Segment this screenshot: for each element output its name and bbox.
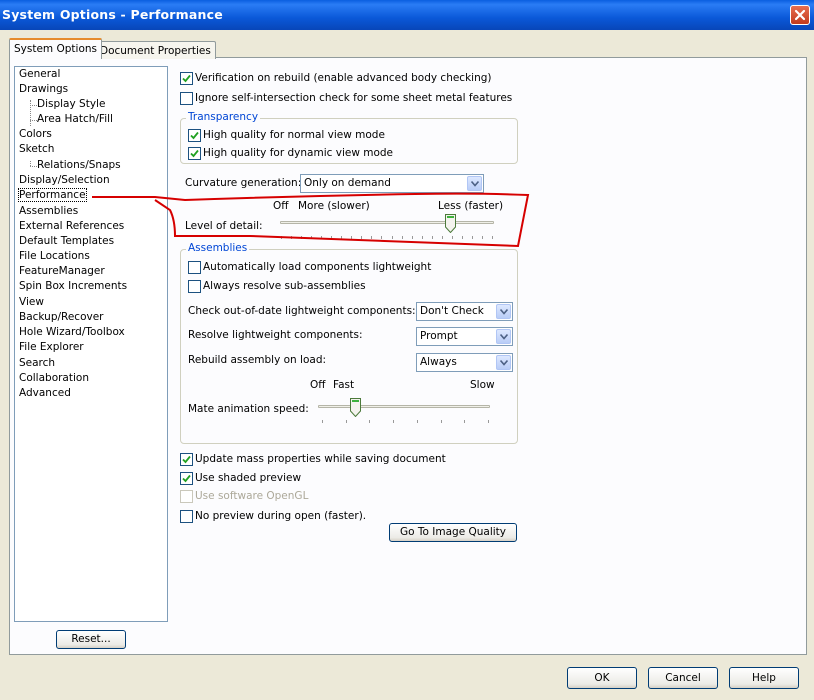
slider-tick: [464, 420, 466, 423]
auto-lightweight-label: Automatically load components lightweigh…: [203, 261, 432, 273]
no-preview-label: No preview during open (faster).: [195, 510, 367, 522]
help-label: Help: [752, 672, 776, 684]
resolve-lightweight-label: Resolve lightweight components:: [188, 329, 363, 341]
slider-tick: [369, 420, 371, 423]
dropdown-button[interactable]: [496, 304, 511, 319]
checkmark-icon: [182, 455, 191, 464]
check-out-of-date-label: Check out-of-date lightweight components…: [188, 305, 416, 317]
mate-fast-label: Fast: [333, 379, 355, 391]
dropdown-button[interactable]: [496, 329, 511, 344]
mate-slider-track[interactable]: [318, 405, 490, 408]
go-to-image-quality-button[interactable]: Go To Image Quality: [389, 523, 517, 542]
check-out-of-date-select[interactable]: Don't Check: [416, 302, 513, 321]
mate-animation-label: Mate animation speed:: [188, 403, 309, 415]
rebuild-on-load-label: Rebuild assembly on load:: [188, 354, 327, 366]
rebuild-on-load-value: Always: [420, 356, 457, 368]
update-mass-checkbox[interactable]: [180, 453, 193, 466]
slider-tick: [345, 420, 347, 423]
check-out-of-date-value: Don't Check: [420, 305, 484, 317]
slider-tick: [416, 420, 418, 423]
go-to-image-quality-label: Go To Image Quality: [399, 526, 507, 538]
no-preview-checkbox[interactable]: [180, 510, 193, 523]
resolve-lightweight-value: Prompt: [420, 330, 458, 342]
update-mass-label: Update mass properties while saving docu…: [195, 453, 446, 465]
mate-slow-label: Slow: [470, 379, 495, 391]
chevron-down-icon: [500, 334, 508, 340]
mate-slider-thumb[interactable]: [350, 398, 362, 420]
slider-tick: [322, 420, 323, 423]
resolve-lightweight-select[interactable]: Prompt: [416, 327, 513, 346]
slider-tick: [393, 420, 395, 423]
ok-button[interactable]: OK: [567, 667, 637, 689]
cancel-button[interactable]: Cancel: [648, 667, 718, 689]
shaded-preview-checkbox[interactable]: [180, 472, 193, 485]
help-button[interactable]: Help: [729, 667, 799, 689]
auto-lightweight-checkbox[interactable]: [188, 261, 201, 274]
tab-system-options[interactable]: System Options: [9, 38, 103, 59]
chevron-down-icon: [500, 360, 508, 366]
tab-label: System Options: [14, 43, 98, 55]
assemblies-group-title: Assemblies: [186, 242, 250, 254]
checkmark-icon: [182, 474, 191, 483]
shaded-preview-label: Use shaded preview: [195, 472, 302, 484]
resolve-sub-checkbox[interactable]: [188, 280, 201, 293]
mate-off-label: Off: [310, 379, 326, 391]
slider-tick: [488, 420, 489, 423]
options-dialog: System Options - Performance System Opti…: [0, 0, 814, 700]
software-opengl-checkbox[interactable]: [180, 490, 193, 503]
slider-tick: [440, 420, 442, 423]
ok-label: OK: [594, 672, 610, 684]
resolve-sub-label: Always resolve sub-assemblies: [203, 280, 366, 292]
software-opengl-label: Use software OpenGL: [195, 490, 309, 502]
dropdown-button[interactable]: [496, 355, 511, 370]
rebuild-on-load-select[interactable]: Always: [416, 353, 513, 372]
cancel-label: Cancel: [665, 672, 701, 684]
chevron-down-icon: [500, 309, 508, 315]
